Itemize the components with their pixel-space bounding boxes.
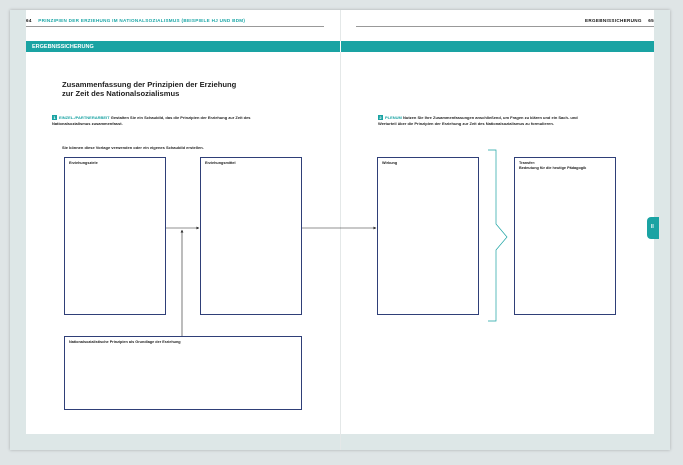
box-erziehungsmittel-label: Erziehungsmittel [205, 161, 236, 165]
box-erziehungsziele: Erziehungsziele [64, 157, 166, 315]
box-grundlage: Nationalsozialistische Prinzipien als Gr… [64, 336, 302, 410]
box-transfer: Transfer: Bedeutung für die heutige Päda… [514, 157, 616, 315]
box-erziehungsmittel: Erziehungsmittel [200, 157, 302, 315]
box-transfer-label: Transfer: Bedeutung für die heutige Päda… [519, 161, 586, 171]
box-wirkung-label: Wirkung [382, 161, 398, 165]
box-wirkung: Wirkung [377, 157, 479, 315]
box-transfer-label-line-1: Transfer: [519, 161, 536, 165]
box-grundlage-label: Nationalsozialistische Prinzipien als Gr… [69, 340, 181, 344]
bracket-wirkung-transfer [488, 149, 508, 322]
box-transfer-label-line-2: Bedeutung für die heutige Pädagogik [519, 166, 587, 170]
box-erziehungsziele-label: Erziehungsziele [69, 161, 98, 165]
book-spread: 64 PRINZIPIEN DER ERZIEHUNG IM NATIONALS… [10, 10, 670, 450]
